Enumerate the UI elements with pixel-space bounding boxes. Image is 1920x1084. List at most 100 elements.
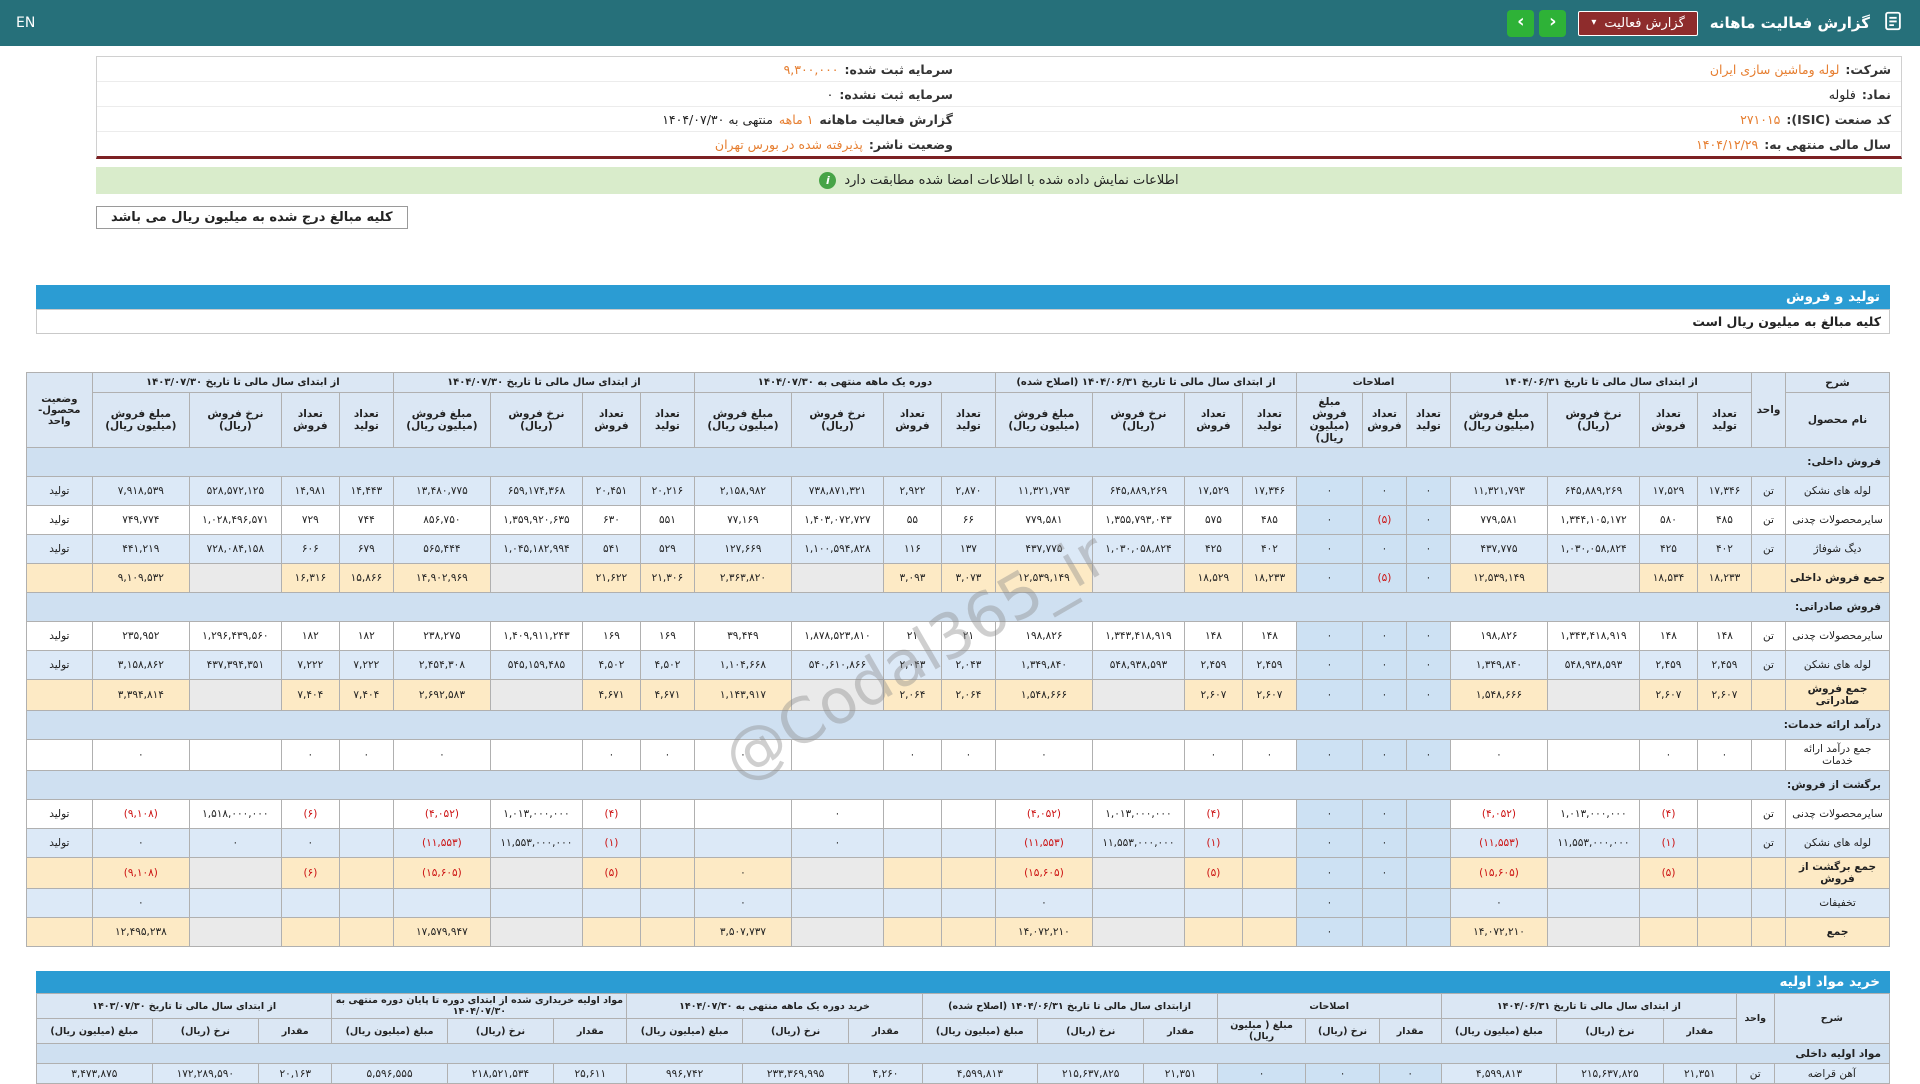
value-cell: ۰	[693, 857, 792, 889]
value-cell: ۱۸۲	[338, 621, 394, 651]
status-cell: تولید	[25, 650, 93, 680]
value-cell	[940, 857, 996, 889]
nav-forward-button[interactable]: ›	[1539, 9, 1567, 37]
value-cell: ۲,۴۵۴,۳۰۸	[392, 650, 491, 680]
column-header: نرخ فروش (ریال)	[1091, 392, 1185, 448]
value-cell: ۰	[1361, 650, 1407, 680]
info-cell: کد صنعت (ISIC): ۲۷۱۰۱۵	[963, 107, 1901, 131]
value-cell: (۹,۱۰۸)	[91, 799, 190, 829]
info-label: سرمایه ثبت نشده:	[839, 86, 953, 102]
value-cell: ۷,۹۱۸,۵۳۹	[91, 476, 190, 506]
value-cell: ۱۵,۸۶۶	[338, 563, 394, 593]
value-cell	[1697, 799, 1752, 829]
unit-cell	[1751, 679, 1786, 711]
value-cell	[639, 799, 695, 829]
page-title: گزارش فعالیت ماهانه	[1709, 14, 1870, 32]
value-cell	[639, 888, 695, 918]
info-label: کد صنعت (ISIC):	[1786, 111, 1891, 127]
lang-toggle[interactable]: EN	[16, 15, 35, 31]
value-cell: ۴۰۲	[1241, 534, 1297, 564]
value-cell: ۱۴,۴۴۳	[338, 476, 394, 506]
unit-cell: تن	[1751, 799, 1786, 829]
column-header: مبلغ فروش (میلیون ریال)	[392, 392, 491, 448]
unit-cell: تن	[1751, 476, 1786, 506]
value-cell: ۰	[1295, 505, 1363, 535]
column-header: مبلغ (میلیون ریال)	[1440, 1018, 1558, 1044]
value-cell: ۲,۶۹۲,۵۸۳	[392, 679, 491, 711]
value-cell: ۶۶	[940, 505, 996, 535]
table-row: درآمد ارائه خدمات:	[25, 710, 1891, 740]
table-row: جمع فروش صادراتی ۲,۶۰۷ ۲,۶۰۷ ۱,۵۴۸,۶۶۶ ۰ ۰ ۰ ۲,…	[25, 679, 1890, 711]
value-cell	[639, 917, 695, 947]
value-cell: ۱,۵۱۸,۰۰۰,۰۰۰	[188, 799, 282, 829]
column-header: تعداد تولید	[1241, 392, 1297, 448]
info-cell: سرمایه ثبت نشده: ۰	[97, 82, 963, 106]
table-row: جمع برگشت از فروش (۵) (۱۵,۶۰۵) ۰ ۰ (۵) (۱۵,۶۰۵…	[25, 857, 1890, 889]
column-header: مبلغ (میلیون ریال)	[331, 1018, 448, 1044]
value-cell: ۴۳۷,۷۷۵	[1449, 534, 1549, 564]
value-cell: ۱۷,۳۴۶	[1697, 476, 1752, 506]
nav-back-button[interactable]: ‹	[1507, 9, 1535, 37]
value-cell: ۳۹,۴۴۹	[693, 621, 792, 651]
value-cell: ۲۱,۳۵۱	[1662, 1063, 1737, 1084]
value-cell: ۷,۴۰۴	[338, 679, 394, 711]
value-cell: ۰	[1295, 650, 1363, 680]
value-cell	[882, 917, 942, 947]
value-cell: (۱)	[1183, 828, 1243, 858]
table-row: لوله های نشکن تن (۱) ۱۱,۵۵۳,۰۰۰,۰۰۰ (۱۱,۵۵۳)…	[25, 828, 1890, 858]
value-cell: ۲۱,۳۵۱	[1143, 1063, 1218, 1084]
value-cell: ۰	[1295, 857, 1363, 889]
column-header: از ابتدای سال مالی تا تاریخ ۱۴۰۳/۰۷/۳۰	[35, 993, 333, 1019]
column-header: نرخ فروش (ریال)	[188, 392, 282, 448]
table-row: مواد اولیه داخلی	[36, 1043, 1890, 1064]
column-header: از ابتدای سال مالی تا تاریخ ۱۴۰۴/۰۶/۳۱ (…	[994, 372, 1297, 393]
value-cell: ۱۱,۳۲۱,۷۹۳	[1449, 476, 1549, 506]
info-label: سال مالی منتهی به:	[1764, 136, 1891, 152]
value-cell: ۹,۱۰۹,۵۳۲	[91, 563, 190, 593]
product-name-cell: آهن قراضه	[1773, 1063, 1891, 1084]
value-cell: ۱,۳۴۳,۴۱۸,۹۱۹	[1547, 621, 1640, 651]
value-cell	[1697, 857, 1752, 889]
column-header: مقدار	[1143, 1018, 1218, 1044]
value-cell: ۰	[693, 888, 792, 918]
table-row: آهن قراضه تن ۲۱,۳۵۱ ۲۱۵,۶۳۷,۸۲۵ ۴,۵۹۹,۸۱۳ ۰ ۰ ۰…	[36, 1063, 1891, 1084]
value-cell: ۱۷,۵۲۹	[1183, 476, 1243, 506]
value-cell: ۲۱,۳۰۶	[639, 563, 695, 593]
value-cell: ۵۴۸,۹۳۸,۵۹۳	[1091, 650, 1185, 680]
column-header: نرخ (ریال)	[1036, 1018, 1145, 1044]
value-cell: ۷۷۹,۵۸۱	[994, 505, 1093, 535]
value-cell	[489, 563, 583, 593]
column-header: از ابتدای سال مالی تا تاریخ ۱۴۰۳/۰۷/۳۰	[91, 372, 394, 393]
value-cell: ۰	[1295, 534, 1363, 564]
value-cell: ۱۲,۴۹۵,۲۳۸	[91, 917, 190, 947]
value-cell: ۷۴۹,۷۷۴	[91, 505, 190, 535]
value-cell: ۱۱,۵۵۳,۰۰۰,۰۰۰	[1547, 828, 1640, 858]
value-cell: ۰	[280, 739, 340, 771]
product-name-cell: لوله های نشکن	[1785, 476, 1890, 506]
value-cell: ۰	[1697, 739, 1752, 771]
value-cell: ۰	[188, 828, 282, 858]
value-cell: ۱,۱۰۰,۵۹۴,۸۲۸	[790, 534, 884, 564]
value-cell	[1241, 888, 1297, 918]
info-value: فلوله	[1828, 86, 1856, 102]
status-cell: تولید	[25, 505, 93, 535]
column-header: مبلغ فروش (میلیون ریال)	[1449, 392, 1549, 448]
report-type-dropdown[interactable]: گزارش فعالیت ▾	[1578, 10, 1698, 36]
chevron-down-icon: ▾	[1591, 17, 1597, 28]
value-cell	[940, 828, 996, 858]
value-cell: ۷۴۴	[338, 505, 394, 535]
product-name-cell: سایرمحصولات چدنی	[1785, 505, 1890, 535]
value-cell: ۵۵۱	[639, 505, 695, 535]
column-header: ازابتدای سال مالی تا تاریخ ۱۴۰۴/۰۶/۳۱ (ا…	[921, 993, 1218, 1019]
value-cell: ۰	[1449, 739, 1549, 771]
unit-cell: تن	[1751, 650, 1786, 680]
value-cell: ۴,۵۰۲	[639, 650, 695, 680]
signed-info-bar: اطلاعات نمایش داده شده با اطلاعات امضا ش…	[96, 167, 1902, 194]
column-header: نرخ (ریال)	[1305, 1018, 1380, 1044]
value-cell: ۱,۳۵۹,۹۲۰,۶۳۵	[489, 505, 583, 535]
info-label: گزارش فعالیت ماهانه	[819, 111, 953, 127]
value-cell: ۱۷,۵۷۹,۹۴۷	[392, 917, 491, 947]
value-cell: ۱,۳۴۹,۸۴۰	[994, 650, 1093, 680]
value-cell: ۰	[1295, 563, 1363, 593]
value-cell: ۲۳۳,۳۶۹,۹۹۵	[741, 1063, 850, 1084]
